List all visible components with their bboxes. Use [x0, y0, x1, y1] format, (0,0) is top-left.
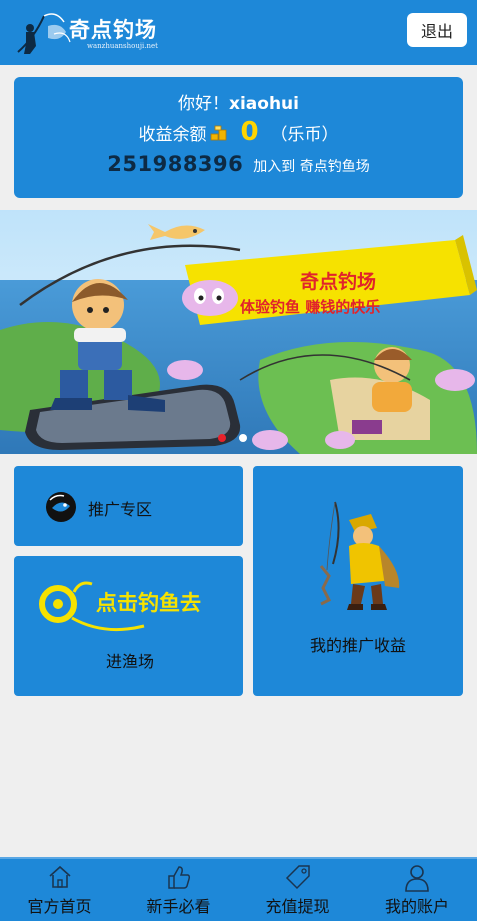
- balance-unit: （乐币）: [270, 124, 339, 145]
- user-icon: [405, 865, 429, 892]
- invite-row: 251988396 加入到 奇点钓鱼场: [14, 152, 463, 176]
- promo-banner[interactable]: 奇点钓场 体验钓鱼 赚钱的快乐: [0, 210, 477, 454]
- bottom-nav: 官方首页 新手必看 充值提现 我的账户: [0, 857, 477, 921]
- nav-recharge-label: 充值提现: [265, 897, 330, 916]
- my-earnings-label: 我的推广收益: [310, 636, 407, 655]
- thumbs-up-icon: [167, 866, 190, 889]
- my-earnings-tile[interactable]: 我的推广收益: [253, 466, 463, 696]
- home-icon: [48, 865, 71, 888]
- greeting: 你好！xiaohui: [14, 89, 463, 114]
- promo-zone-tile[interactable]: 推广专区: [14, 466, 243, 546]
- enter-fishing-art-text: 点击钓鱼去: [96, 591, 201, 615]
- nav-beginner-guide[interactable]: 新手必看: [119, 859, 238, 921]
- banner-illustration: 奇点钓场 体验钓鱼 赚钱的快乐: [0, 210, 477, 454]
- balance-value: 0: [240, 117, 259, 147]
- app-header: 奇点钓场 wanzhuanshouji.net 退出: [0, 0, 477, 65]
- banner-headline: 奇点钓场: [300, 270, 376, 293]
- username: xiaohui: [229, 94, 299, 114]
- enter-fishing-tile[interactable]: 点击钓鱼去 进渔场: [14, 556, 243, 696]
- coin-stack-icon: [210, 123, 228, 141]
- invite-code: 251988396: [107, 152, 244, 176]
- nav-my-account[interactable]: 我的账户: [357, 859, 477, 921]
- balance-row: 收益余额 0 （乐币）: [14, 117, 463, 147]
- logo-title: 奇点钓场: [69, 18, 157, 42]
- nav-recharge-withdraw[interactable]: 充值提现: [238, 859, 357, 921]
- nav-beginner-label: 新手必看: [146, 897, 211, 916]
- nav-home-label: 官方首页: [27, 897, 92, 916]
- logout-button[interactable]: 退出: [407, 13, 467, 47]
- nav-account-label: 我的账户: [384, 897, 449, 916]
- fish-logo-icon: [46, 492, 76, 522]
- invite-link[interactable]: 加入到 奇点钓鱼场: [253, 156, 369, 176]
- fishing-hook-art: 点击钓鱼去: [39, 581, 201, 632]
- greeting-prefix: 你好！: [178, 94, 229, 114]
- promo-zone-label: 推广专区: [88, 500, 153, 519]
- enter-fishing-label: 进渔场: [106, 652, 155, 671]
- carousel-dot-1[interactable]: [218, 434, 226, 442]
- fisherman-icon: [319, 501, 400, 610]
- balance-label: 收益余额: [138, 124, 207, 145]
- banner-slogan: 体验钓鱼 赚钱的快乐: [240, 298, 380, 316]
- tag-icon: [285, 865, 310, 890]
- nav-home[interactable]: 官方首页: [0, 859, 119, 921]
- logo-subtitle: wanzhuanshouji.net: [87, 42, 158, 50]
- account-card: 你好！xiaohui 收益余额 0 （乐币） 251988396 加入到 奇点钓…: [14, 77, 463, 198]
- carousel-dot-2[interactable]: [239, 434, 247, 442]
- fisherman-logo-icon: [17, 13, 71, 54]
- logo: 奇点钓场 wanzhuanshouji.net: [14, 8, 174, 58]
